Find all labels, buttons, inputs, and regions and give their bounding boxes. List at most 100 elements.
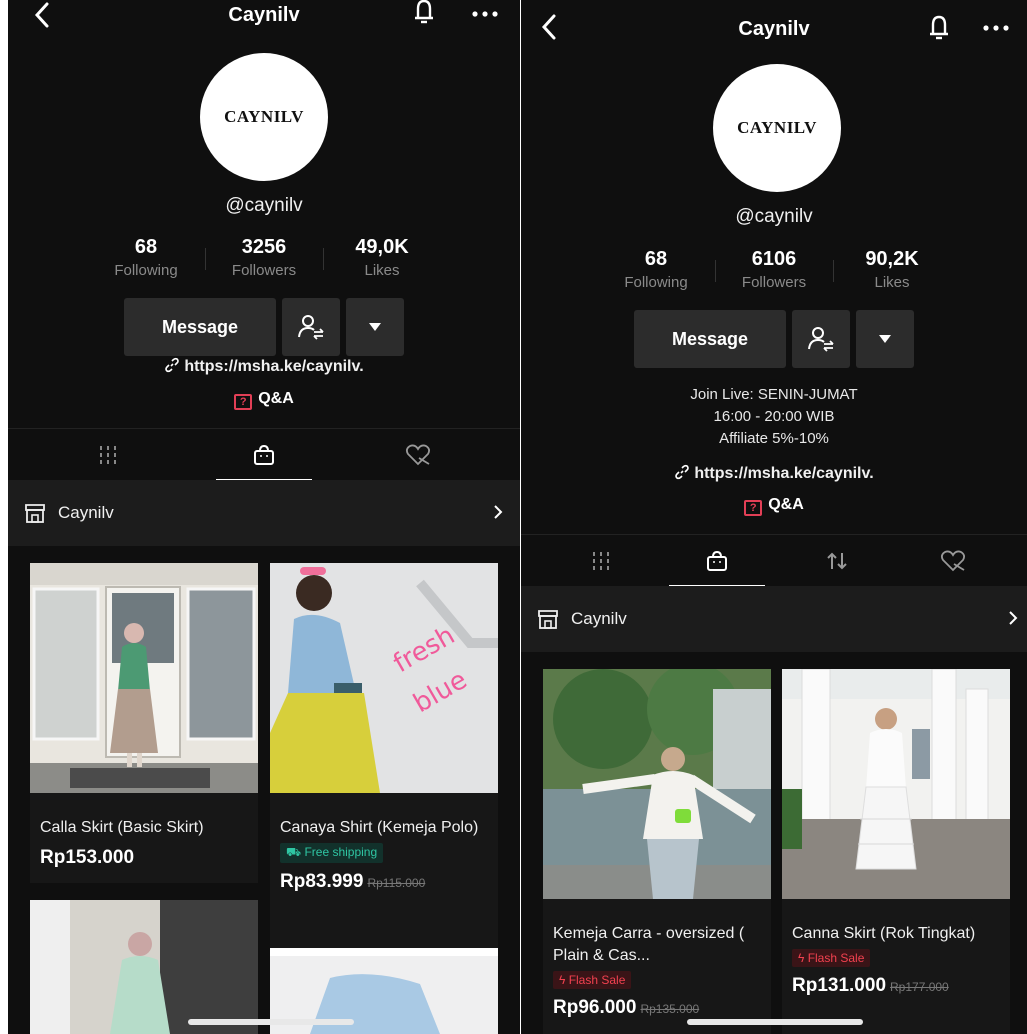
link-icon — [675, 464, 690, 480]
avatar[interactable]: CAYNILV — [200, 53, 328, 181]
shop-header[interactable]: Caynilv — [521, 586, 1027, 652]
stat-value: 90,2K — [865, 248, 919, 270]
bio-link[interactable]: https://msha.ke/caynilv. — [8, 357, 520, 376]
price-current: Rp153.000 — [40, 847, 135, 868]
product-image — [30, 563, 258, 793]
profile-actions: Message — [521, 310, 1027, 368]
profile-stats: 68 Following 6106 Followers 90,2K Likes — [521, 248, 1027, 291]
badge-label: Free shipping — [304, 845, 378, 859]
question-icon: ? — [744, 500, 763, 516]
profile-stats: 68 Following 3256 Followers 49,0K Likes — [8, 236, 520, 279]
user-switch-icon — [298, 315, 324, 340]
tab-shop[interactable] — [657, 535, 777, 587]
store-icon — [538, 610, 558, 629]
message-button[interactable]: Message — [634, 310, 786, 368]
username-handle: @caynilv — [225, 195, 303, 216]
hidden-heart-icon — [940, 550, 966, 572]
grid-icon — [593, 552, 609, 570]
product-card[interactable]: Canna Skirt (Rok Tingkat) ϟ Flash Sale R… — [782, 669, 1010, 1034]
qa-link[interactable]: ? Q&A — [8, 390, 520, 410]
shop-header[interactable]: Caynilv — [8, 480, 520, 546]
price-current: Rp96.000 — [553, 997, 637, 1018]
stat-likes: 90,2K Likes — [833, 248, 951, 291]
price-original: Rp135.000 — [640, 1002, 700, 1016]
profile-screen-right: Caynilv CAYNILV @caynilv 68 Following 610… — [521, 0, 1027, 1034]
profile-tabs — [521, 534, 1027, 587]
bio-text: Join Live: SENIN-JUMAT 16:00 - 20:00 WIB… — [521, 384, 1027, 450]
product-image: fresh blue — [270, 563, 498, 793]
bell-icon[interactable] — [925, 12, 953, 42]
store-icon — [25, 504, 45, 523]
profile-tabs — [8, 428, 520, 481]
qa-link[interactable]: ? Q&A — [521, 496, 1027, 516]
avatar-logo-text: CAYNILV — [737, 118, 817, 137]
bio-link[interactable]: https://msha.ke/caynilv. — [521, 464, 1027, 483]
tab-videos[interactable] — [541, 535, 661, 587]
stat-value: 6106 — [751, 248, 797, 270]
stat-label: Likes — [364, 262, 400, 279]
product-card-partial[interactable] — [30, 900, 258, 1034]
hidden-heart-icon — [405, 444, 431, 466]
product-price: Rp153.000 — [40, 847, 248, 869]
tab-videos[interactable] — [48, 429, 168, 481]
product-name: Canna Skirt (Rok Tingkat) — [792, 925, 976, 942]
home-indicator — [687, 1019, 863, 1025]
stat-value: 68 — [644, 248, 668, 270]
product-image — [30, 900, 258, 1034]
stat-value: 3256 — [241, 236, 287, 258]
username-handle: @caynilv — [735, 206, 813, 227]
chevron-right-icon — [494, 505, 503, 519]
bio-line: Join Live: SENIN-JUMAT — [690, 386, 858, 403]
stat-label: Followers — [231, 262, 297, 279]
follow-toggle-button[interactable] — [792, 310, 850, 368]
link-icon — [165, 357, 180, 373]
product-card[interactable]: Kemeja Carra - oversized ( Plain & Cas..… — [543, 669, 771, 1034]
product-name: Calla Skirt (Basic Skirt) — [40, 819, 204, 836]
price-current: Rp83.999 — [280, 871, 364, 892]
profile-screen-left: Caynilv CAYNILV @caynilv 68 Following 325… — [8, 0, 520, 1034]
tab-shop[interactable] — [204, 429, 324, 481]
stat-value: 49,0K — [355, 236, 409, 258]
dropdown-button[interactable] — [346, 298, 404, 356]
more-icon[interactable] — [981, 18, 1011, 38]
free-shipping-badge: ⛟ Free shipping — [280, 843, 384, 863]
product-card[interactable]: Calla Skirt (Basic Skirt) Rp153.000 — [30, 563, 258, 883]
caret-down-icon — [879, 335, 891, 343]
stat-following[interactable]: 68 Following — [597, 248, 715, 291]
bio-line: 16:00 - 20:00 WIB — [713, 408, 835, 425]
product-name: Canaya Shirt (Kemeja Polo) — [280, 819, 479, 836]
question-icon: ? — [234, 394, 253, 410]
message-button[interactable]: Message — [124, 298, 276, 356]
profile-actions: Message — [8, 298, 520, 356]
grid-icon — [100, 446, 116, 464]
product-name: Kemeja Carra - oversized ( Plain & Cas..… — [553, 925, 745, 964]
follow-toggle-button[interactable] — [282, 298, 340, 356]
stat-label: Likes — [874, 274, 910, 291]
avatar-logo-text: CAYNILV — [224, 107, 304, 126]
stat-label: Following — [624, 274, 688, 291]
repost-icon — [827, 552, 847, 570]
tab-liked[interactable] — [358, 429, 478, 481]
truck-icon: ⛟ — [286, 845, 305, 859]
flash-sale-badge: ϟ Flash Sale — [792, 949, 871, 967]
avatar[interactable]: CAYNILV — [713, 64, 841, 192]
shopping-bag-icon — [254, 444, 274, 465]
stat-value: 68 — [134, 236, 158, 258]
user-switch-icon — [808, 327, 834, 352]
stat-followers[interactable]: 6106 Followers — [715, 248, 833, 291]
shopping-bag-icon — [707, 550, 727, 571]
bio-link-text: https://msha.ke/caynilv. — [694, 465, 874, 482]
tab-liked[interactable] — [893, 535, 1013, 587]
top-bar: Caynilv — [8, 0, 520, 40]
stat-followers[interactable]: 3256 Followers — [205, 236, 323, 279]
price-current: Rp131.000 — [792, 975, 887, 996]
bell-icon[interactable] — [410, 0, 438, 26]
badge-label: Flash Sale — [807, 951, 865, 965]
dropdown-button[interactable] — [856, 310, 914, 368]
more-icon[interactable] — [470, 4, 500, 24]
tab-reposts[interactable] — [777, 535, 897, 587]
stat-label: Following — [114, 262, 178, 279]
product-card[interactable]: fresh blue Canaya Shirt (Kemeja Polo) ⛟ … — [270, 563, 498, 948]
stat-following[interactable]: 68 Following — [87, 236, 205, 279]
product-image — [782, 669, 1010, 899]
